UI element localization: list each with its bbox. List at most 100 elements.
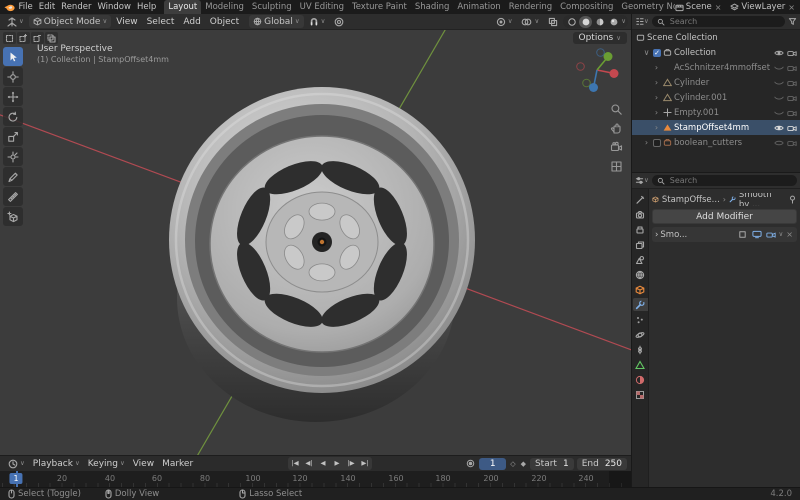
editor-type-button[interactable]: ∨ bbox=[3, 15, 28, 28]
outliner-row-collection[interactable]: ∨ ✓ Collection bbox=[632, 45, 800, 60]
disclosure-icon[interactable]: › bbox=[655, 230, 658, 240]
shading-solid-button[interactable] bbox=[579, 15, 593, 28]
properties-search-input[interactable] bbox=[667, 175, 792, 186]
perspective-toggle-button[interactable] bbox=[609, 159, 624, 173]
tool-select-box[interactable] bbox=[3, 47, 23, 66]
outliner-row-cylinder-001[interactable]: › Cylinder.001 bbox=[632, 90, 800, 105]
timeline-editor-type-button[interactable]: ∨ bbox=[4, 459, 29, 469]
menu-select[interactable]: Select bbox=[143, 17, 179, 27]
tab-object[interactable] bbox=[633, 283, 648, 296]
properties-editor-type-button[interactable]: ∨ bbox=[635, 176, 649, 185]
modifier-extras-icon[interactable]: ∨ bbox=[779, 231, 784, 238]
view-menu[interactable]: View bbox=[129, 459, 158, 469]
shading-material-button[interactable] bbox=[593, 16, 606, 28]
outliner-row-acschnitzer[interactable]: › AcSchnitzer4mmoffset bbox=[632, 60, 800, 75]
camera-visibility-icon[interactable] bbox=[787, 94, 797, 102]
disclosure-icon[interactable]: ∨ bbox=[642, 48, 651, 57]
keyframe-icon[interactable]: ◆ bbox=[520, 460, 527, 468]
eye-open-icon[interactable] bbox=[774, 139, 784, 147]
outliner-row-cylinder[interactable]: › Cylinder bbox=[632, 75, 800, 90]
playback-menu[interactable]: Playback ∨ bbox=[29, 459, 84, 469]
camera-visibility-icon[interactable] bbox=[787, 109, 797, 117]
tab-animation[interactable]: Animation bbox=[453, 0, 504, 14]
menu-file[interactable]: File bbox=[15, 2, 35, 12]
tab-render[interactable] bbox=[633, 208, 648, 221]
tab-object-data[interactable] bbox=[633, 358, 648, 371]
eye-open-icon[interactable] bbox=[774, 49, 784, 57]
eye-closed-icon[interactable] bbox=[774, 94, 784, 102]
camera-view-button[interactable] bbox=[609, 140, 624, 154]
frame-end-field[interactable]: End 250 bbox=[576, 457, 627, 470]
eye-closed-icon[interactable] bbox=[774, 64, 784, 72]
disclosure-icon[interactable]: › bbox=[642, 138, 651, 147]
breadcrumb-object[interactable]: StampOffse... bbox=[662, 195, 720, 205]
mode-dropdown[interactable]: Object Mode ∨ bbox=[28, 15, 112, 28]
pivot-point-dropdown[interactable]: ∨ bbox=[492, 15, 517, 28]
properties-search[interactable] bbox=[651, 175, 797, 186]
play-reverse-button[interactable]: ◀ bbox=[316, 457, 330, 470]
zoom-button[interactable] bbox=[609, 102, 624, 116]
shading-wireframe-button[interactable] bbox=[565, 16, 578, 28]
tool-rotate[interactable] bbox=[3, 107, 23, 126]
outliner-search-input[interactable] bbox=[667, 16, 780, 27]
tab-rendering[interactable]: Rendering bbox=[505, 0, 556, 14]
shading-rendered-button[interactable] bbox=[607, 16, 620, 28]
outliner-row-empty-001[interactable]: › Empty.001 bbox=[632, 105, 800, 120]
add-modifier-button[interactable]: Add Modifier bbox=[652, 209, 797, 224]
frame-start-field[interactable]: Start 1 bbox=[529, 457, 574, 470]
tool-move[interactable] bbox=[3, 87, 23, 106]
next-keyframe-button[interactable]: |▶ bbox=[344, 457, 358, 470]
render-display-toggle[interactable] bbox=[765, 229, 777, 241]
transform-orientation-dropdown[interactable]: Global ∨ bbox=[249, 15, 304, 28]
menu-render[interactable]: Render bbox=[58, 2, 94, 12]
tab-texture[interactable] bbox=[633, 388, 648, 401]
proportional-editing-toggle[interactable] bbox=[330, 15, 348, 28]
select-mode-subtract-button[interactable] bbox=[31, 32, 44, 44]
tab-modifiers[interactable] bbox=[632, 298, 648, 311]
tab-view-layer[interactable] bbox=[633, 238, 648, 251]
disclosure-icon[interactable]: › bbox=[652, 123, 661, 132]
eye-closed-icon[interactable] bbox=[774, 109, 784, 117]
pan-button[interactable] bbox=[609, 121, 624, 135]
eye-closed-icon[interactable] bbox=[774, 79, 784, 87]
edit-mode-toggle[interactable] bbox=[737, 229, 749, 241]
current-frame-field[interactable]: 1 bbox=[479, 457, 507, 470]
tool-measure[interactable] bbox=[3, 187, 23, 206]
select-mode-extend-button[interactable] bbox=[17, 32, 30, 44]
keyframe-insert-icon[interactable]: ◇ bbox=[509, 460, 516, 468]
snapping-toggle[interactable]: ∨ bbox=[305, 15, 330, 28]
tab-output[interactable] bbox=[633, 223, 648, 236]
navigation-gizmo[interactable] bbox=[569, 42, 625, 98]
scene-name[interactable]: Scene bbox=[686, 2, 712, 12]
eye-open-icon[interactable] bbox=[774, 124, 784, 132]
tool-transform[interactable] bbox=[3, 147, 23, 166]
tool-scale[interactable] bbox=[3, 127, 23, 146]
outliner-row-stampoffset4mm[interactable]: › StampOffset4mm bbox=[632, 120, 800, 135]
viewport-3d[interactable]: Options ∨ User Perspective (1) Collectio… bbox=[0, 30, 631, 455]
tab-uv-editing[interactable]: UV Editing bbox=[296, 0, 348, 14]
menu-window[interactable]: Window bbox=[94, 2, 134, 12]
keying-menu[interactable]: Keying ∨ bbox=[84, 459, 129, 469]
disclosure-icon[interactable]: › bbox=[652, 78, 661, 87]
tab-texture-paint[interactable]: Texture Paint bbox=[348, 0, 411, 14]
marker-menu[interactable]: Marker bbox=[158, 459, 197, 469]
camera-visibility-icon[interactable] bbox=[787, 49, 797, 57]
breadcrumb-modifier[interactable]: Smooth by ... bbox=[739, 193, 782, 206]
overlays-dropdown[interactable]: ∨ bbox=[517, 15, 543, 28]
tab-physics[interactable] bbox=[633, 328, 648, 341]
play-button[interactable]: ▶ bbox=[330, 457, 344, 470]
camera-visibility-icon[interactable] bbox=[787, 124, 797, 132]
blender-logo-icon[interactable] bbox=[4, 2, 15, 13]
camera-visibility-icon[interactable] bbox=[787, 139, 797, 147]
jump-to-start-button[interactable]: |◀ bbox=[288, 457, 302, 470]
menu-view[interactable]: View bbox=[112, 17, 141, 27]
menu-edit[interactable]: Edit bbox=[36, 2, 58, 12]
xray-toggle[interactable] bbox=[544, 15, 562, 28]
tab-tool[interactable] bbox=[633, 193, 648, 206]
disclosure-icon[interactable]: › bbox=[652, 108, 661, 117]
scene-unlink-icon[interactable]: × bbox=[714, 3, 723, 12]
playhead-frame-badge[interactable]: 1 bbox=[9, 473, 23, 484]
tab-geometry-nodes[interactable]: Geometry Nodes bbox=[617, 0, 674, 14]
modifier-panel-header[interactable]: › Smo... ∨ × bbox=[652, 227, 797, 242]
outliner-row-scene-collection[interactable]: Scene Collection bbox=[632, 30, 800, 45]
